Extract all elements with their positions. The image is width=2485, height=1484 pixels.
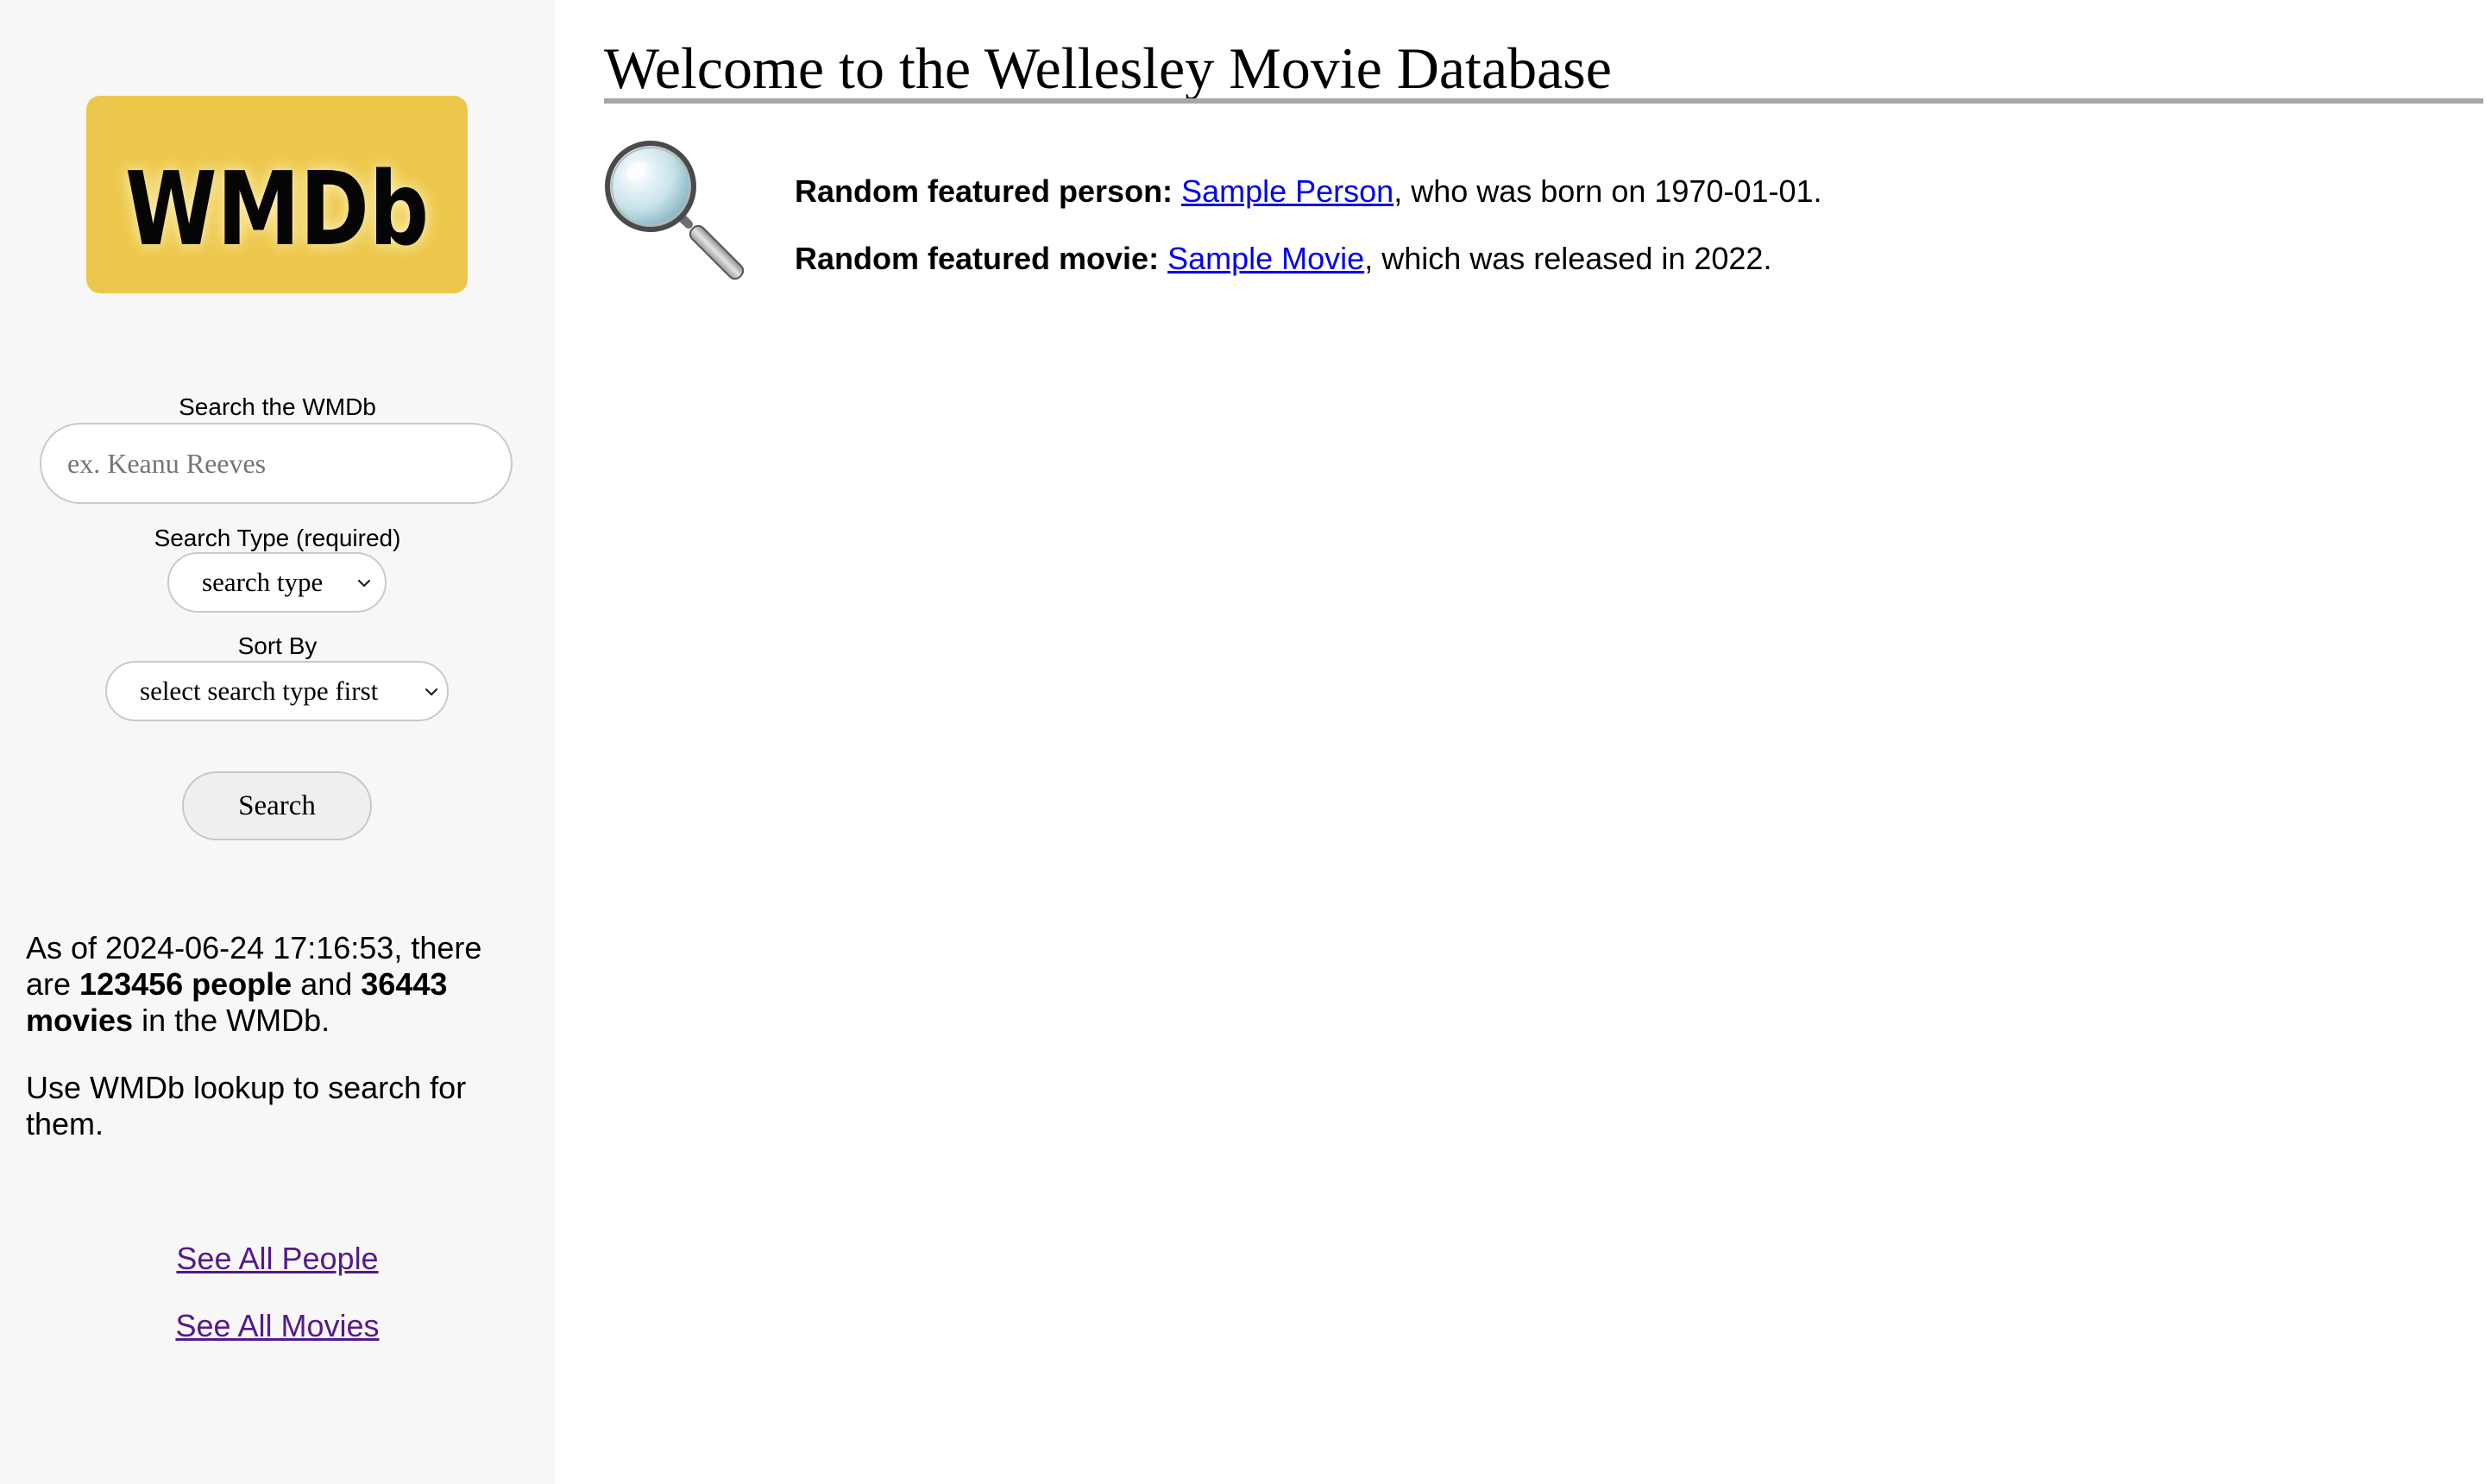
featured-movie-text: , which was released in 2022. (1364, 241, 1772, 276)
wmdb-logo: WMDb WMDb (86, 96, 468, 293)
featured-movie: Random featured movie: Sample Movie, whi… (795, 241, 1771, 277)
sidebar: WMDb WMDb Search the WMDb Search Type (r… (0, 0, 555, 1484)
featured-movie-label: Random featured movie: (795, 241, 1160, 276)
page-title: Welcome to the Wellesley Movie Database (604, 35, 1612, 101)
search-type-value: search type (202, 567, 324, 597)
stats-text: As of 2024-06-24 17:16:53, there are 123… (26, 930, 482, 1038)
search-type-select[interactable]: search type (167, 552, 387, 613)
database-stats: As of 2024-06-24 17:16:53, there are 123… (26, 930, 518, 1142)
title-divider (604, 98, 2483, 104)
chevron-down-icon (357, 579, 371, 588)
chevron-down-icon (425, 688, 438, 696)
search-type-label: Search Type (required) (154, 525, 401, 551)
sort-by-select[interactable]: select search type first (105, 661, 449, 721)
search-label: Search the WMDb (179, 393, 376, 420)
search-input[interactable] (40, 423, 513, 504)
magnifying-glass-icon (605, 141, 745, 280)
sort-by-value: select search type first (140, 676, 379, 706)
main-content: Welcome to the Wellesley Movie Database (604, 0, 2485, 1484)
featured-person-text: , who was born on 1970-01-01. (1393, 173, 1822, 209)
see-all-people-item: See All People (0, 1241, 555, 1277)
featured-movie-link[interactable]: Sample Movie (1167, 241, 1364, 276)
see-all-movies-link[interactable]: See All Movies (175, 1308, 379, 1343)
featured-person: Random featured person: Sample Person, w… (795, 173, 1822, 210)
lookup-hint: Use WMDb lookup to search for them. (26, 1070, 467, 1141)
featured-person-label: Random featured person: (795, 173, 1173, 209)
sort-by-label: Sort By (237, 632, 318, 659)
logo-text: WMDb (125, 149, 429, 268)
featured-person-link[interactable]: Sample Person (1181, 173, 1393, 209)
page: WMDb WMDb Search the WMDb Search Type (r… (0, 0, 2485, 1484)
people-count: 123456 people (79, 966, 293, 1002)
see-all-people-link[interactable]: See All People (176, 1241, 378, 1276)
see-all-movies-item: See All Movies (0, 1308, 555, 1344)
search-button[interactable]: Search (182, 771, 372, 840)
stats-timestamp: 2024-06-24 17:16:53 (105, 930, 394, 965)
